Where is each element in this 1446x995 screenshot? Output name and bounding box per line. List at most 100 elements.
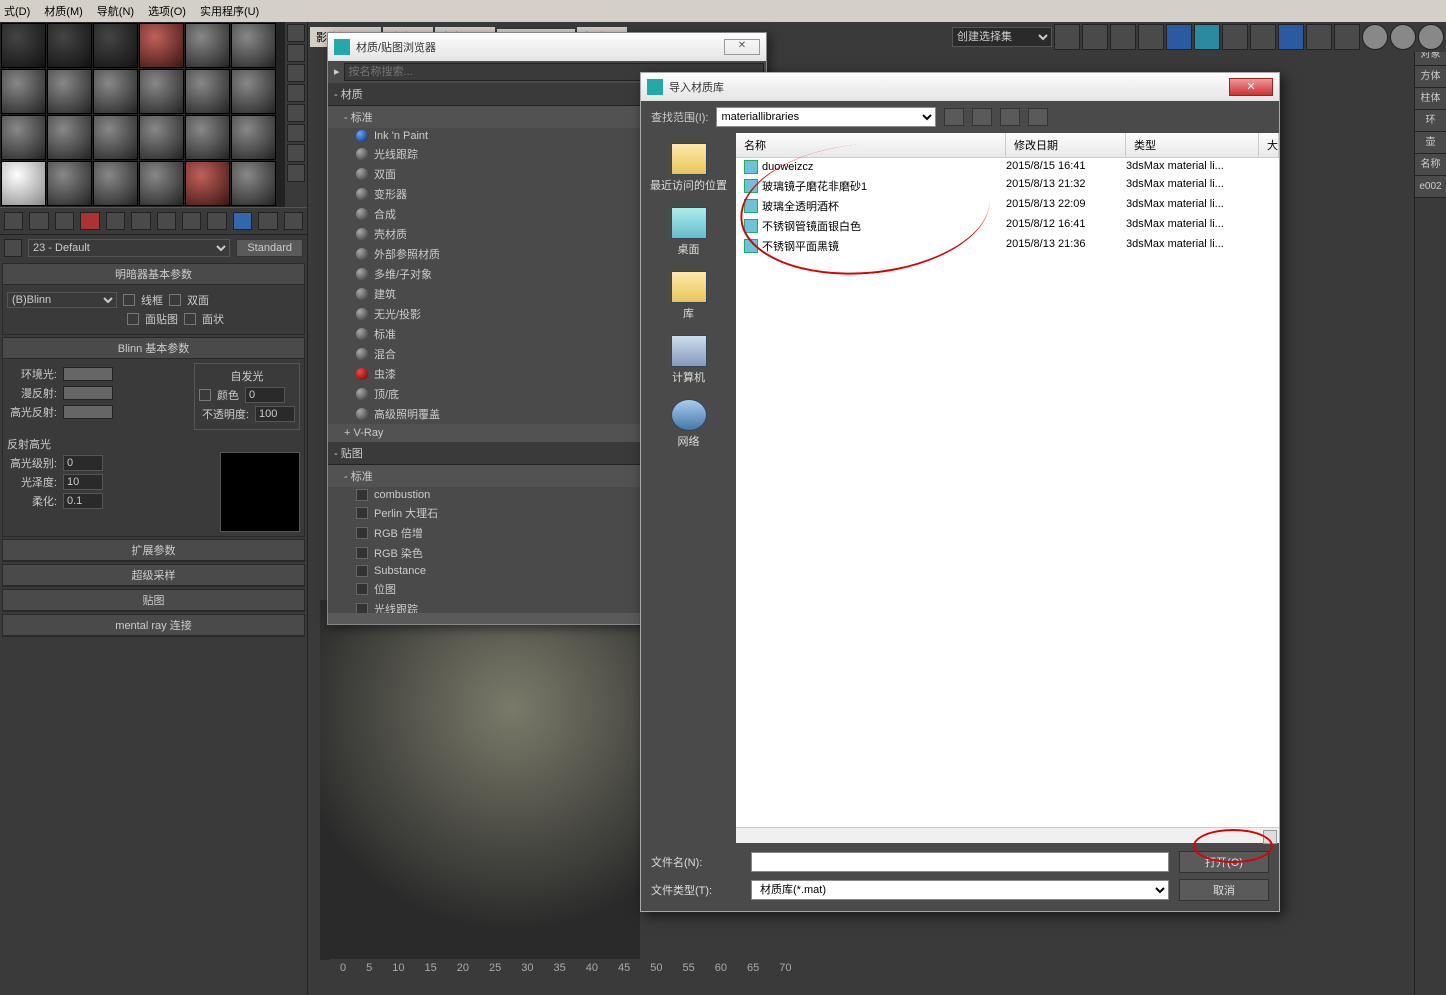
timeline[interactable]: 0510152025303540455055606570	[330, 959, 640, 977]
twosided-checkbox[interactable]	[169, 294, 181, 306]
material-type-button[interactable]: Standard	[236, 239, 303, 257]
material-slot[interactable]	[231, 69, 276, 114]
material-slot[interactable]	[139, 69, 184, 114]
material-slot[interactable]	[231, 115, 276, 160]
toolbar-btn[interactable]	[1194, 24, 1220, 50]
toolbar-btn[interactable]	[1082, 24, 1108, 50]
toolbar-btn[interactable]	[1222, 24, 1248, 50]
material-slot[interactable]	[47, 69, 92, 114]
up-icon[interactable]	[972, 108, 992, 126]
mat-id-icon[interactable]	[182, 212, 201, 230]
material-slot[interactable]	[93, 23, 138, 68]
material-slot[interactable]	[185, 69, 230, 114]
material-slot[interactable]	[47, 115, 92, 160]
selection-set-dropdown[interactable]: 创建选择集	[952, 27, 1052, 47]
material-slot[interactable]	[1, 69, 46, 114]
menu-material[interactable]: 材质(M)	[44, 3, 83, 19]
assign-icon[interactable]	[55, 212, 74, 230]
speclevel-spinner[interactable]	[63, 455, 103, 471]
render-teapot-icon[interactable]	[1362, 24, 1388, 50]
toolbar-btn[interactable]	[1250, 24, 1276, 50]
select-by-mat-icon[interactable]	[287, 164, 305, 182]
go-forward-icon[interactable]	[284, 212, 303, 230]
show-result-icon[interactable]	[233, 212, 252, 230]
place-computer[interactable]: 计算机	[671, 335, 707, 385]
diffuse-swatch[interactable]	[63, 386, 113, 400]
dialog-titlebar[interactable]: 导入材质库 ✕	[641, 73, 1279, 101]
viewmenu-icon[interactable]	[1028, 108, 1048, 126]
shader-type-dropdown[interactable]: (B)Blinn	[7, 292, 117, 308]
toolbar-btn[interactable]	[1278, 24, 1304, 50]
soften-spinner[interactable]	[63, 493, 103, 509]
material-slot[interactable]	[93, 69, 138, 114]
material-slot[interactable]	[185, 115, 230, 160]
gloss-spinner[interactable]	[63, 474, 103, 490]
material-slot[interactable]	[231, 23, 276, 68]
copy-icon[interactable]	[106, 212, 125, 230]
col-name[interactable]: 名称	[736, 133, 1006, 157]
file-row[interactable]: 玻璃全透明酒杯2015/8/13 22:093dsMax material li…	[736, 196, 1279, 216]
horizontal-scrollbar[interactable]	[736, 827, 1279, 843]
place-recent[interactable]: 最近访问的位置	[650, 143, 727, 193]
toolbar-btn[interactable]	[1054, 24, 1080, 50]
file-row[interactable]: 不锈钢平面黑镜2015/8/13 21:363dsMax material li…	[736, 236, 1279, 256]
toolbar-btn[interactable]	[1166, 24, 1192, 50]
rp-item[interactable]: 壶	[1415, 132, 1446, 154]
rollout-title[interactable]: 明暗器基本参数	[3, 264, 304, 285]
rollout-title[interactable]: Blinn 基本参数	[3, 338, 304, 359]
wire-checkbox[interactable]	[123, 294, 135, 306]
material-slot[interactable]	[185, 23, 230, 68]
viewport[interactable]	[320, 600, 640, 960]
col-size[interactable]: 大	[1259, 133, 1279, 157]
open-button[interactable]: 打开(O)	[1179, 851, 1269, 873]
opacity-spinner[interactable]	[255, 406, 295, 422]
material-slot[interactable]	[1, 161, 46, 206]
background-icon[interactable]	[287, 64, 305, 82]
file-row[interactable]: 玻璃镜子磨花非磨砂12015/8/13 21:323dsMax material…	[736, 176, 1279, 196]
material-slot[interactable]	[47, 161, 92, 206]
material-slot[interactable]	[47, 23, 92, 68]
mentalray-rollout[interactable]: mental ray 连接	[3, 615, 304, 636]
material-slot[interactable]	[93, 115, 138, 160]
material-slot[interactable]	[139, 23, 184, 68]
place-network[interactable]: 网络	[671, 399, 707, 449]
ambient-swatch[interactable]	[63, 367, 113, 381]
extended-rollout[interactable]: 扩展参数	[3, 540, 304, 561]
material-slot[interactable]	[1, 115, 46, 160]
specular-swatch[interactable]	[63, 405, 113, 419]
material-slot[interactable]	[139, 115, 184, 160]
material-slot[interactable]	[231, 161, 276, 206]
menu-options[interactable]: 选项(O)	[148, 3, 186, 19]
place-library[interactable]: 库	[671, 271, 707, 321]
preview-icon[interactable]	[287, 124, 305, 142]
rp-item[interactable]: 柱体	[1415, 88, 1446, 110]
column-headers[interactable]: 名称 修改日期 类型 大	[736, 133, 1279, 158]
filename-input[interactable]	[751, 852, 1169, 872]
file-row[interactable]: duoweizcz2015/8/15 16:413dsMax material …	[736, 158, 1279, 176]
reset-icon[interactable]	[80, 212, 99, 230]
rp-item[interactable]: 方体	[1415, 66, 1446, 88]
faceted-checkbox[interactable]	[184, 313, 196, 325]
material-name-dropdown[interactable]: 23 - Default	[28, 239, 230, 257]
toolbar-btn[interactable]	[1334, 24, 1360, 50]
material-slot[interactable]	[93, 161, 138, 206]
toolbar-btn[interactable]	[1306, 24, 1332, 50]
video-check-icon[interactable]	[287, 104, 305, 122]
dialog-titlebar[interactable]: 材质/贴图浏览器 ✕	[328, 33, 766, 61]
place-desktop[interactable]: 桌面	[671, 207, 707, 257]
supersample-rollout[interactable]: 超级采样	[3, 565, 304, 586]
uv-tile-icon[interactable]	[287, 84, 305, 102]
toolbar-btn[interactable]	[1138, 24, 1164, 50]
sample-type-icon[interactable]	[287, 24, 305, 42]
options-icon[interactable]	[287, 144, 305, 162]
col-date[interactable]: 修改日期	[1006, 133, 1126, 157]
close-button[interactable]: ✕	[724, 39, 760, 55]
maps-rollout[interactable]: 贴图	[3, 590, 304, 611]
render-teapot-icon[interactable]	[1418, 24, 1444, 50]
put-to-lib-icon[interactable]	[157, 212, 176, 230]
toolbar-btn[interactable]	[1110, 24, 1136, 50]
material-slot[interactable]	[185, 161, 230, 206]
facemap-checkbox[interactable]	[127, 313, 139, 325]
file-row[interactable]: 不锈钢管镜面银白色2015/8/12 16:413dsMax material …	[736, 216, 1279, 236]
pick-icon[interactable]	[4, 239, 22, 257]
